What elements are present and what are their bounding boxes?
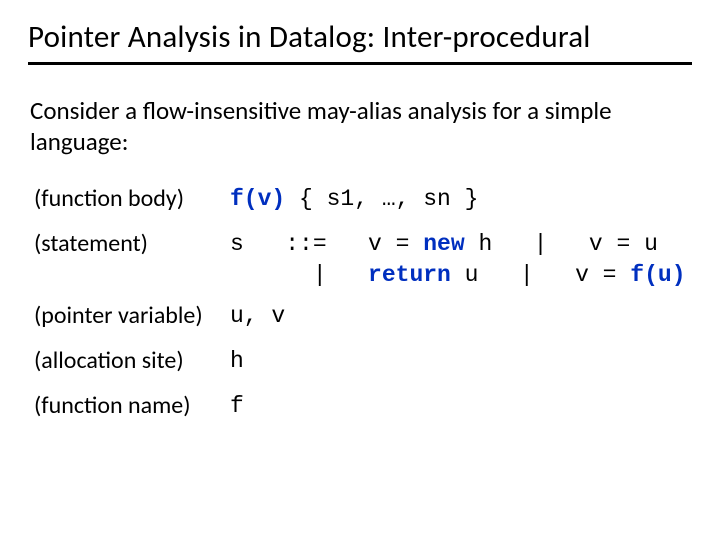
stmt-line2a: | (230, 262, 368, 288)
stmt-line1b: h | v = u (465, 231, 658, 257)
stmt-line2b: u | v = (451, 262, 630, 288)
row-function-body: (function body) f(v) { s1, …, sn } (34, 184, 692, 215)
row-statement: (statement) s ::= v = new h | v = u | re… (34, 229, 692, 291)
grammar-block: (function body) f(v) { s1, …, sn } (stat… (34, 184, 692, 422)
label-pointer-variable: (pointer variable) (34, 301, 230, 330)
row-function-name: (function name) f (34, 391, 692, 422)
slide-title: Pointer Analysis in Datalog: Inter-proce… (28, 18, 692, 56)
row-pointer-variable: (pointer variable) u, v (34, 301, 692, 332)
row-allocation-site: (allocation site) h (34, 346, 692, 377)
funcbody-rest: { s1, …, sn } (285, 186, 478, 212)
rhs-function-body: f(v) { s1, …, sn } (230, 184, 478, 215)
rhs-function-name: f (230, 391, 244, 422)
rhs-pointer-variable: u, v (230, 301, 285, 332)
label-allocation-site: (allocation site) (34, 346, 230, 375)
kw-return: return (368, 262, 451, 288)
rhs-allocation-site: h (230, 346, 244, 377)
rhs-statement: s ::= v = new h | v = u | return u | v =… (230, 229, 686, 291)
stmt-line1a: s ::= v = (230, 231, 423, 257)
intro-text: Consider a flow-insensitive may-alias an… (30, 95, 692, 158)
slide: Pointer Analysis in Datalog: Inter-proce… (0, 0, 720, 540)
kw-fu: f(u) (630, 262, 685, 288)
title-underline (28, 62, 692, 65)
kw-fv: f(v) (230, 186, 285, 212)
label-function-name: (function name) (34, 391, 230, 420)
kw-new: new (423, 231, 464, 257)
label-function-body: (function body) (34, 184, 230, 213)
label-statement: (statement) (34, 229, 230, 258)
